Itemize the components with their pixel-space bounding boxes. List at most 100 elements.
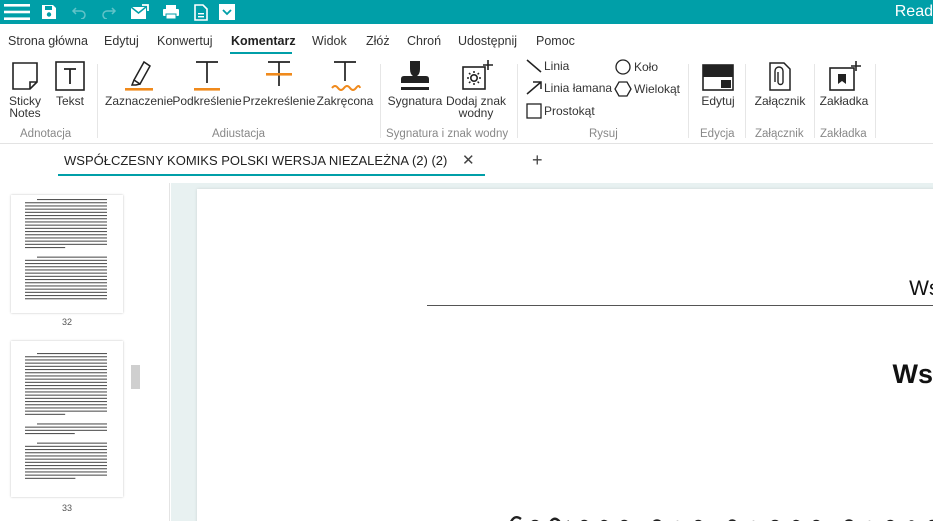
print-icon[interactable] (159, 0, 183, 24)
thumbnail-text-line (25, 279, 107, 281)
thumbnail-text-line (25, 452, 107, 454)
close-tab-icon[interactable]: ✕ (462, 151, 475, 169)
group-divider (745, 64, 746, 138)
group-label-sygnatura: Sygnatura i znak wodny (386, 128, 509, 140)
group-label-adiustacja: Adiustacja (212, 128, 266, 140)
thumbnail-text-line (37, 353, 107, 355)
sticky-notes-button[interactable]: Sticky Notes (4, 58, 46, 119)
save-icon[interactable] (38, 0, 60, 24)
tab-konwertuj[interactable]: Konwertuj (157, 34, 213, 48)
edit-box-icon (701, 58, 735, 92)
redo-icon[interactable] (98, 0, 120, 24)
thumbnail-text-line (25, 391, 107, 393)
tab-zloz[interactable]: Złóż (366, 34, 390, 48)
group-divider (688, 64, 689, 138)
thumbnail-text-line (25, 356, 107, 358)
sticky-notes-label: Sticky Notes (8, 94, 41, 120)
highlight-button[interactable]: Zaznaczenie (105, 58, 173, 107)
header-rule (427, 305, 933, 306)
thumbnail-text-line (25, 208, 107, 210)
quick-access-dropdown-icon[interactable] (218, 0, 236, 24)
underline-button[interactable]: Podkreślenie (172, 58, 242, 107)
tab-strona-glowna[interactable]: Strona główna (8, 34, 88, 48)
polyline-tool[interactable]: Linia łamana (526, 81, 612, 95)
thumbnail-text-line (25, 461, 107, 463)
thumbnail-text-line (25, 433, 75, 435)
tab-widok[interactable]: Widok (312, 34, 347, 48)
thumbnail-text-line (25, 237, 107, 239)
squiggly-label: Zakręcona (316, 94, 374, 108)
group-label-zalacznik: Załącznik (755, 128, 804, 140)
new-document-icon[interactable] (191, 0, 211, 24)
hamburger-menu-icon[interactable] (2, 0, 32, 24)
text-button[interactable]: Tekst (52, 58, 88, 107)
thumbnail-panel: 32 33 (0, 183, 170, 521)
document-page: Wstę Wstę (197, 189, 933, 521)
polygon-tool[interactable]: Wielokąt (614, 81, 680, 97)
tab-udostepnij[interactable]: Udostępnij (458, 34, 517, 48)
line-label: Linia (544, 59, 570, 73)
tab-edytuj[interactable]: Edytuj (104, 34, 139, 48)
thumbnail-text-line (25, 385, 107, 387)
stamp-icon (398, 58, 432, 92)
tab-komentarz[interactable]: Komentarz (231, 34, 296, 48)
page-number: 32 (61, 317, 72, 327)
edit-button[interactable]: Edytuj (697, 58, 739, 107)
thumbnail-text-line (25, 263, 107, 265)
attachment-button[interactable]: Załącznik (753, 58, 807, 107)
ribbon-toolbar: Sticky Notes Tekst Adnotacja Zaznaczenie… (0, 56, 933, 144)
thumbnail-text-line (25, 455, 107, 457)
rectangle-icon (526, 103, 542, 119)
thumbnail-text-line (25, 205, 107, 207)
undo-icon[interactable] (68, 0, 90, 24)
page-running-header: Wstę (909, 277, 933, 300)
bookmark-button[interactable]: Zakładka (818, 58, 870, 107)
tab-chron[interactable]: Chroń (407, 34, 441, 48)
thumbnail-text-line (25, 288, 107, 290)
thumbnail-text-line (25, 275, 107, 277)
circle-tool[interactable]: Koło (614, 59, 658, 75)
thumbnail-text-line (37, 199, 107, 201)
thumbnail-text-line (25, 468, 107, 470)
polygon-label: Wielokąt (634, 82, 681, 96)
polygon-icon (614, 81, 632, 97)
thumbnail-text-line (25, 231, 107, 233)
thumbnail-text-line (25, 381, 107, 383)
add-watermark-button[interactable]: Dodaj znak wodny (444, 58, 508, 119)
group-divider (814, 64, 815, 138)
underline-label: Podkreślenie (172, 94, 242, 108)
tab-pomoc[interactable]: Pomoc (536, 34, 575, 48)
strikethrough-label: Przekreślenie (242, 94, 316, 108)
watermark-icon (459, 58, 493, 92)
menu-bar: Strona główna Edytuj Konwertuj Komentarz… (0, 24, 933, 56)
group-divider (380, 64, 381, 138)
group-label-rysuj: Rysuj (589, 128, 618, 140)
thumbnail-text-line (25, 477, 76, 479)
add-tab-icon[interactable]: + (532, 150, 543, 171)
page-thumbnail[interactable] (11, 195, 123, 313)
document-tab-title: WSPÓŁCZESNY KOMIKS POLSKI WERSJA NIEZALE… (64, 153, 448, 168)
page-thumbnail[interactable] (11, 341, 123, 497)
document-tab[interactable]: WSPÓŁCZESNY KOMIKS POLSKI WERSJA NIEZALE… (58, 145, 485, 176)
line-tool[interactable]: Linia (526, 59, 569, 73)
app-title: Read (894, 3, 933, 20)
rectangle-label: Prostokąt (544, 104, 595, 118)
thumbnail-scrollbar[interactable] (131, 365, 140, 389)
strikethrough-button[interactable]: Przekreślenie (243, 58, 315, 107)
document-view: Wstę Wstę (171, 183, 933, 521)
thumbnail-text-line (25, 365, 107, 367)
text-box-icon (54, 58, 86, 92)
polyline-label: Linia łamana (544, 81, 613, 95)
underline-icon (190, 58, 224, 92)
email-share-icon[interactable] (128, 0, 152, 24)
squiggly-button[interactable]: Zakręcona (316, 58, 374, 107)
thumbnail-text-line (25, 429, 107, 431)
group-label-zakladka: Zakładka (820, 128, 867, 140)
rectangle-tool[interactable]: Prostokąt (526, 103, 595, 119)
bookmark-icon (827, 58, 861, 92)
thumbnail-text-line (37, 256, 107, 258)
group-label-adnotacja: Adnotacja (20, 128, 72, 140)
edit-label: Edytuj (701, 94, 735, 108)
circle-label: Koło (634, 60, 659, 74)
signature-button[interactable]: Sygnatura (387, 58, 443, 107)
